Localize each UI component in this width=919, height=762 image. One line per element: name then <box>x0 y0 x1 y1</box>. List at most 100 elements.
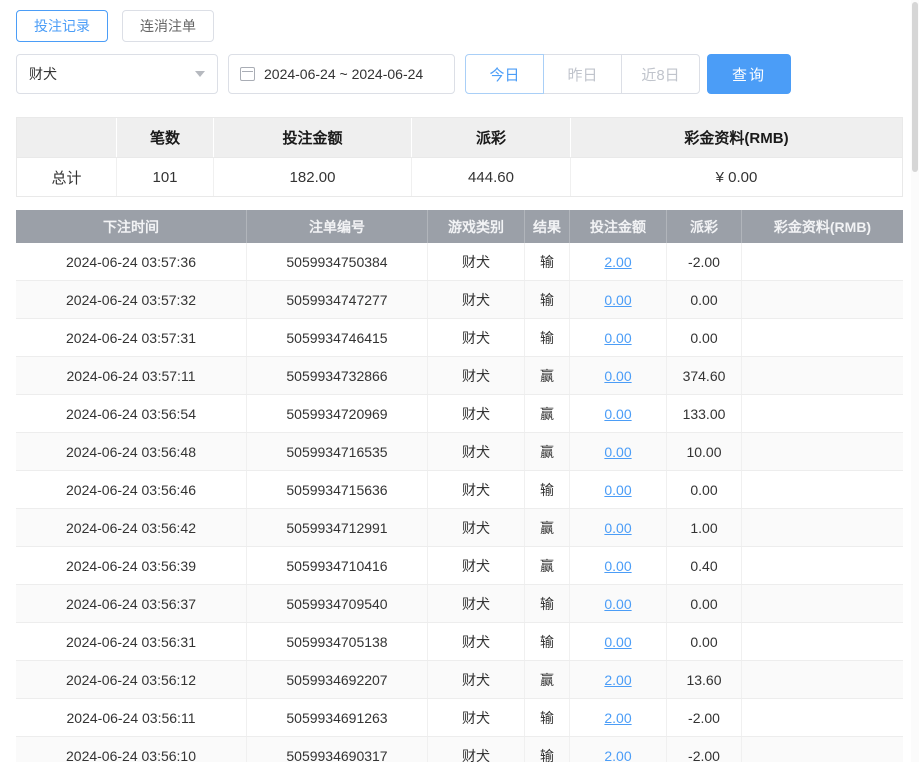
cell-payout: -2.00 <box>667 699 742 736</box>
cell-game-type: 财犬 <box>428 547 525 584</box>
quick-range-group: 今日 昨日 近8日 <box>465 54 700 94</box>
table-row: 2024-06-24 03:56:37 5059934709540 财犬 输 0… <box>16 585 903 623</box>
quick-range-yesterday[interactable]: 昨日 <box>543 54 622 94</box>
cell-bet-time: 2024-06-24 03:57:11 <box>16 357 247 394</box>
cell-order-id: 5059934747277 <box>247 281 428 318</box>
vertical-scrollbar[interactable] <box>911 0 919 762</box>
cell-result: 赢 <box>525 357 570 394</box>
header-result: 结果 <box>525 210 570 243</box>
cell-bet-time: 2024-06-24 03:56:11 <box>16 699 247 736</box>
cell-payout: 133.00 <box>667 395 742 432</box>
bet-amount-link[interactable]: 2.00 <box>604 710 631 726</box>
bet-amount-link[interactable]: 0.00 <box>604 558 631 574</box>
cell-payout: 0.00 <box>667 281 742 318</box>
cell-payout: 13.60 <box>667 661 742 698</box>
bet-amount-link[interactable]: 0.00 <box>604 596 631 612</box>
cell-payout: -2.00 <box>667 737 742 762</box>
cell-game-type: 财犬 <box>428 433 525 470</box>
cell-result: 输 <box>525 699 570 736</box>
bet-amount-link[interactable]: 0.00 <box>604 330 631 346</box>
cell-order-id: 5059934709540 <box>247 585 428 622</box>
cell-payout: 0.00 <box>667 471 742 508</box>
records-body: 2024-06-24 03:57:36 5059934750384 财犬 输 2… <box>16 243 903 762</box>
table-row: 2024-06-24 03:56:11 5059934691263 财犬 输 2… <box>16 699 903 737</box>
cell-game-type: 财犬 <box>428 471 525 508</box>
summary-header-blank <box>17 118 117 157</box>
game-select-value: 财犬 <box>29 64 57 84</box>
bet-amount-link[interactable]: 0.00 <box>604 520 631 536</box>
bet-amount-link[interactable]: 0.00 <box>604 482 631 498</box>
cell-result: 赢 <box>525 433 570 470</box>
cell-result: 输 <box>525 319 570 356</box>
bet-amount-link[interactable]: 0.00 <box>604 368 631 384</box>
cell-result: 输 <box>525 585 570 622</box>
cell-bet-time: 2024-06-24 03:56:42 <box>16 509 247 546</box>
table-row: 2024-06-24 03:56:48 5059934716535 财犬 赢 0… <box>16 433 903 471</box>
summary-total-bet-amount: 182.00 <box>214 157 412 196</box>
cell-result: 赢 <box>525 509 570 546</box>
cell-game-type: 财犬 <box>428 319 525 356</box>
cell-bet-time: 2024-06-24 03:56:48 <box>16 433 247 470</box>
table-row: 2024-06-24 03:56:39 5059934710416 财犬 赢 0… <box>16 547 903 585</box>
cell-game-type: 财犬 <box>428 243 525 280</box>
header-bet-amount: 投注金额 <box>570 210 667 243</box>
cell-payout: 0.40 <box>667 547 742 584</box>
cell-bonus <box>742 281 903 318</box>
bet-amount-link[interactable]: 0.00 <box>604 292 631 308</box>
date-range-value: 2024-06-24 ~ 2024-06-24 <box>264 66 423 82</box>
cell-bet-time: 2024-06-24 03:56:39 <box>16 547 247 584</box>
cell-bonus <box>742 319 903 356</box>
filter-bar: 财犬 2024-06-24 ~ 2024-06-24 今日 昨日 近8日 查询 <box>16 54 903 94</box>
cell-bet-time: 2024-06-24 03:56:12 <box>16 661 247 698</box>
table-row: 2024-06-24 03:57:31 5059934746415 财犬 输 0… <box>16 319 903 357</box>
quick-range-last8days[interactable]: 近8日 <box>621 54 700 94</box>
cell-bonus <box>742 357 903 394</box>
header-game-type: 游戏类别 <box>428 210 525 243</box>
cell-bonus <box>742 661 903 698</box>
cell-bet-time: 2024-06-24 03:56:10 <box>16 737 247 762</box>
summary-header-payout: 派彩 <box>412 118 571 157</box>
cell-result: 赢 <box>525 547 570 584</box>
cell-result: 输 <box>525 281 570 318</box>
cell-order-id: 5059934690317 <box>247 737 428 762</box>
scrollbar-thumb[interactable] <box>912 2 918 172</box>
cell-payout: 374.60 <box>667 357 742 394</box>
cell-order-id: 5059934705138 <box>247 623 428 660</box>
bet-amount-link[interactable]: 2.00 <box>604 748 631 762</box>
table-row: 2024-06-24 03:57:36 5059934750384 财犬 输 2… <box>16 243 903 281</box>
records-table: 下注时间 注单编号 游戏类别 结果 投注金额 派彩 彩金资料(RMB) 2024… <box>16 210 903 762</box>
game-select[interactable]: 财犬 <box>16 54 218 94</box>
cell-result: 输 <box>525 471 570 508</box>
cell-payout: 1.00 <box>667 509 742 546</box>
cell-result: 赢 <box>525 661 570 698</box>
bet-amount-link[interactable]: 2.00 <box>604 254 631 270</box>
calendar-icon <box>240 67 255 81</box>
quick-range-today[interactable]: 今日 <box>465 54 544 94</box>
summary-total-count: 101 <box>117 157 214 196</box>
bet-amount-link[interactable]: 0.00 <box>604 634 631 650</box>
tab-betting-records[interactable]: 投注记录 <box>16 10 108 42</box>
summary-header-bonus: 彩金资料(RMB) <box>571 118 902 157</box>
tab-cancelled-orders[interactable]: 连消注单 <box>122 10 214 42</box>
search-button[interactable]: 查询 <box>707 54 791 94</box>
bet-amount-link[interactable]: 2.00 <box>604 672 631 688</box>
cell-game-type: 财犬 <box>428 509 525 546</box>
bet-amount-link[interactable]: 0.00 <box>604 406 631 422</box>
summary-header-row: 笔数 投注金额 派彩 彩金资料(RMB) <box>17 118 902 157</box>
summary-total-bonus: ¥ 0.00 <box>571 157 902 196</box>
cell-result: 输 <box>525 243 570 280</box>
header-bet-time: 下注时间 <box>16 210 247 243</box>
header-order-id: 注单编号 <box>247 210 428 243</box>
cell-bonus <box>742 509 903 546</box>
cell-bonus <box>742 243 903 280</box>
bet-amount-link[interactable]: 0.00 <box>604 444 631 460</box>
cell-payout: -2.00 <box>667 243 742 280</box>
cell-bonus <box>742 547 903 584</box>
date-range-picker[interactable]: 2024-06-24 ~ 2024-06-24 <box>228 54 455 94</box>
cell-game-type: 财犬 <box>428 357 525 394</box>
cell-order-id: 5059934720969 <box>247 395 428 432</box>
summary-total-label: 总计 <box>17 157 117 196</box>
cell-order-id: 5059934715636 <box>247 471 428 508</box>
table-row: 2024-06-24 03:56:12 5059934692207 财犬 赢 2… <box>16 661 903 699</box>
cell-order-id: 5059934691263 <box>247 699 428 736</box>
